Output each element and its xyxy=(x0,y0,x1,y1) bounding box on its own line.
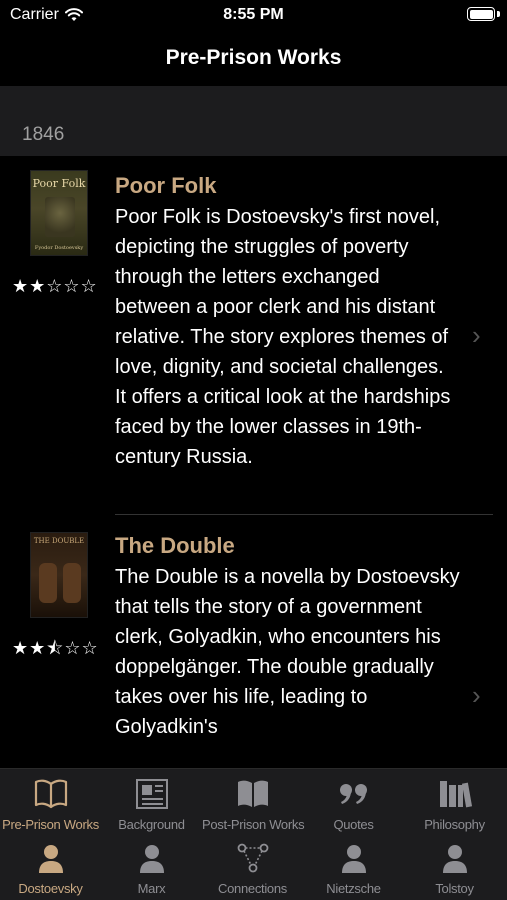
battery-icon xyxy=(467,7,495,21)
cover-author: Fyodor Dostoevsky xyxy=(34,245,84,251)
tab-marx[interactable]: Marx xyxy=(101,843,202,896)
person-icon xyxy=(139,845,164,873)
book-closed-icon xyxy=(237,780,268,807)
tab-post-prison-works[interactable]: Post-Prison Works xyxy=(202,777,305,832)
book-cover: THE DOUBLE xyxy=(30,532,88,618)
tab-label: Philosophy xyxy=(424,817,485,832)
quote-icon xyxy=(339,784,367,804)
navigation-bar: Pre-Prison Works xyxy=(0,30,507,86)
list-item[interactable]: THE DOUBLE ★★⯪☆☆ The Double The Double i… xyxy=(0,516,507,768)
book-open-icon xyxy=(34,779,67,809)
person-icon xyxy=(341,845,366,873)
tab-nietzsche[interactable]: Nietzsche xyxy=(303,843,404,896)
tab-label: Quotes xyxy=(333,817,374,832)
tab-label: Connections xyxy=(218,881,287,896)
rating-stars: ★★⯪☆☆ xyxy=(12,638,99,658)
list-item[interactable]: Poor Folk Fyodor Dostoevsky ★★☆☆☆ Poor F… xyxy=(0,156,507,516)
work-title: Poor Folk xyxy=(115,173,217,198)
tab-label: Pre-Prison Works xyxy=(2,817,99,832)
tab-label: Marx xyxy=(137,881,166,896)
tab-tolstoy[interactable]: Tolstoy xyxy=(404,843,505,896)
page-title: Pre-Prison Works xyxy=(165,46,342,69)
tab-bar: Pre-Prison Works Background Post-Prison … xyxy=(0,768,507,900)
tab-philosophy[interactable]: Philosophy xyxy=(404,777,505,832)
battery-nub xyxy=(497,11,500,17)
status-bar: Carrier 8:55 PM xyxy=(0,0,507,30)
chevron-right-icon: › xyxy=(472,320,481,350)
cover-title: Poor Folk xyxy=(32,177,86,190)
tab-label: Nietzsche xyxy=(326,881,381,896)
person-icon xyxy=(442,845,467,873)
work-description: The Double is a novella by Dostoevsky th… xyxy=(115,566,460,738)
work-description: Poor Folk is Dostoevsky's first novel, d… xyxy=(115,206,451,468)
section-header: 1846 xyxy=(0,86,507,156)
person-icon xyxy=(38,845,63,873)
book-cover: Poor Folk Fyodor Dostoevsky xyxy=(30,170,88,256)
tab-connections[interactable]: Connections xyxy=(202,843,303,896)
newspaper-icon xyxy=(135,779,168,809)
books-icon xyxy=(439,781,472,808)
cover-title: THE DOUBLE xyxy=(33,537,85,545)
chevron-right-icon: › xyxy=(472,680,481,710)
tab-dostoevsky[interactable]: Dostoevsky xyxy=(0,843,101,896)
work-title: The Double xyxy=(115,533,235,558)
works-list[interactable]: Poor Folk Fyodor Dostoevsky ★★☆☆☆ Poor F… xyxy=(0,156,507,768)
tab-background[interactable]: Background xyxy=(101,777,202,832)
tab-pre-prison-works[interactable]: Pre-Prison Works xyxy=(0,777,101,832)
section-year: 1846 xyxy=(22,124,65,145)
status-time: 8:55 PM xyxy=(223,6,284,23)
network-icon xyxy=(237,843,268,873)
tab-label: Tolstoy xyxy=(435,881,474,896)
tab-label: Dostoevsky xyxy=(18,881,83,896)
tab-quotes[interactable]: Quotes xyxy=(303,777,404,832)
row-separator xyxy=(115,514,493,515)
rating-stars: ★★☆☆☆ xyxy=(12,276,98,296)
tab-label: Background xyxy=(118,817,185,832)
tab-label: Post-Prison Works xyxy=(202,817,305,832)
